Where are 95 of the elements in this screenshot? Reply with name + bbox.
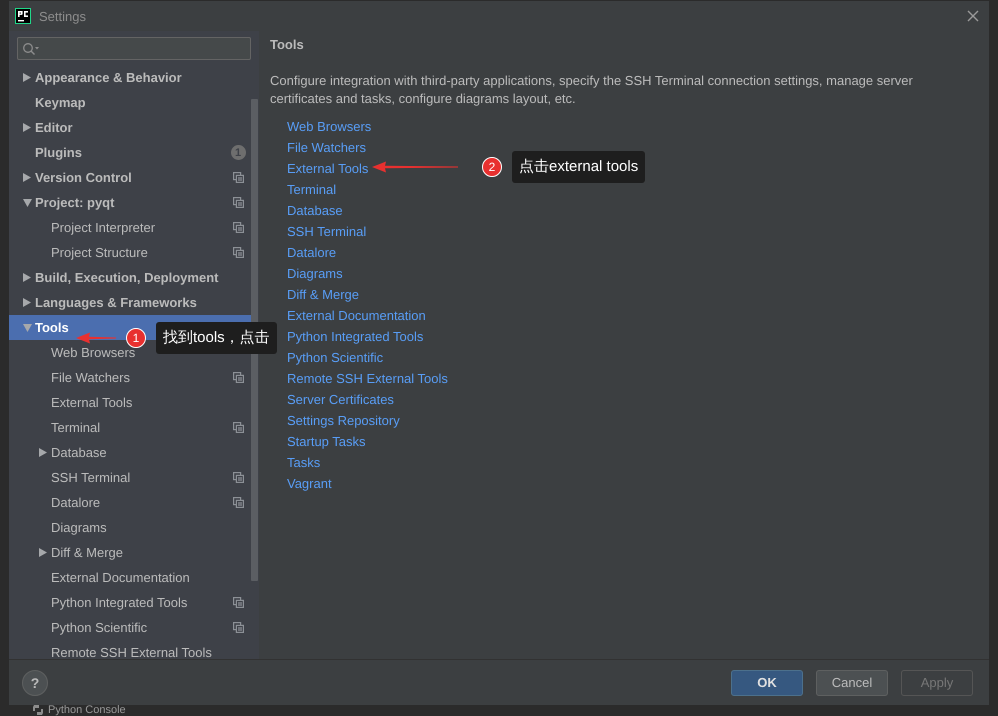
settings-link[interactable]: External Tools	[287, 158, 368, 179]
tree-item-label: Terminal	[51, 420, 102, 435]
tree-item[interactable]: Version Control	[9, 165, 251, 190]
expand-arrow-icon[interactable]	[23, 298, 31, 307]
settings-link[interactable]: Vagrant	[287, 473, 332, 494]
tree-item[interactable]: Python Integrated Tools	[9, 590, 251, 615]
tree-item-label: Tools	[35, 320, 70, 335]
project-scope-icon	[232, 197, 244, 208]
tree-item[interactable]: External Documentation	[9, 565, 251, 590]
expand-arrow-icon[interactable]	[23, 73, 31, 82]
settings-link[interactable]: Diagrams	[287, 263, 343, 284]
expand-arrow-icon[interactable]	[39, 548, 47, 557]
tree-item[interactable]: Datalore	[9, 490, 251, 515]
tree-item[interactable]: Diagrams	[9, 515, 251, 540]
settings-link[interactable]: Python Scientific	[287, 347, 384, 368]
tree-item-label: Version Control	[35, 170, 133, 185]
tree-item-label: External Tools	[51, 395, 134, 410]
project-scope-icon	[232, 597, 244, 608]
tree-item[interactable]: Remote SSH External Tools	[9, 640, 251, 659]
search-icon	[22, 42, 40, 56]
tree-item[interactable]: SSH Terminal	[9, 465, 251, 490]
expand-arrow-icon[interactable]	[23, 173, 31, 182]
tree-item-label: Project Interpreter	[51, 220, 156, 235]
tree-item-label: Project Structure	[51, 245, 149, 260]
settings-link[interactable]: File Watchers	[287, 137, 366, 158]
settings-link[interactable]: Startup Tasks	[287, 431, 366, 452]
tree-item[interactable]: Python Scientific	[9, 615, 251, 640]
tree-item[interactable]: Project Structure	[9, 240, 251, 265]
tree-item-label: Python Integrated Tools	[51, 595, 188, 610]
project-scope-icon	[232, 222, 244, 233]
section-title: Tools	[270, 37, 305, 52]
dialog-button[interactable]: Cancel	[816, 670, 888, 696]
tree-item[interactable]: Editor	[9, 115, 251, 140]
project-scope-icon	[232, 622, 244, 633]
project-scope-icon	[232, 472, 244, 483]
project-scope-icon	[232, 497, 244, 508]
expand-arrow-icon[interactable]	[23, 273, 31, 282]
tree-item[interactable]: Build, Execution, Deployment	[9, 265, 251, 290]
tree-item-label: SSH Terminal	[51, 470, 132, 485]
settings-link[interactable]: Datalore	[287, 242, 336, 263]
annotation-tooltip: 点击external tools	[512, 151, 646, 183]
annotation-tooltip: 找到tools，点击	[156, 322, 277, 354]
settings-link[interactable]: Web Browsers	[287, 116, 372, 137]
tree-item[interactable]: File Watchers	[9, 365, 251, 390]
tree-item-label: Editor	[35, 120, 74, 135]
settings-link[interactable]: Server Certificates	[287, 389, 394, 410]
project-scope-icon	[232, 247, 244, 258]
tree-item-label: Project: pyqt	[35, 195, 116, 210]
tree-item[interactable]: Keymap	[9, 90, 251, 115]
expand-arrow-icon[interactable]	[23, 123, 31, 132]
settings-link[interactable]: Database	[287, 200, 343, 221]
app-logo-icon	[15, 8, 31, 24]
close-icon[interactable]	[965, 8, 981, 24]
annotation-arrow-tooltip	[76, 332, 116, 344]
tree-item-label: External Documentation	[51, 570, 191, 585]
status-item[interactable]: Python Console	[48, 704, 126, 716]
expand-arrow-icon[interactable]	[39, 448, 47, 457]
tree-item[interactable]: Database	[9, 440, 251, 465]
tree-item[interactable]: Languages & Frameworks	[9, 290, 251, 315]
project-scope-icon	[232, 422, 244, 433]
tree-item[interactable]: Terminal	[9, 415, 251, 440]
tree-item-label: Python Scientific	[51, 620, 148, 635]
tree-item[interactable]: Diff & Merge	[9, 540, 251, 565]
tree-item-label: Database	[51, 445, 108, 460]
tree-item-label: Diff & Merge	[51, 545, 124, 560]
settings-link[interactable]: Terminal	[287, 179, 336, 200]
tree-item[interactable]: External Tools	[9, 390, 251, 415]
collapse-arrow-icon[interactable]	[22, 198, 32, 206]
tree-item-label: Build, Execution, Deployment	[35, 270, 220, 285]
settings-link[interactable]: Settings Repository	[287, 410, 400, 431]
tree-item-label: Appearance & Behavior	[35, 70, 183, 85]
settings-link[interactable]: SSH Terminal	[287, 221, 366, 242]
project-scope-icon	[232, 172, 244, 183]
help-button[interactable]: ?	[22, 670, 48, 696]
tree-item-label: Remote SSH External Tools	[51, 645, 213, 659]
tree-item-label: Datalore	[51, 495, 102, 510]
project-scope-icon	[232, 372, 244, 383]
tree-item-label: Plugins	[35, 145, 83, 160]
tree-item-label: Keymap	[35, 95, 87, 110]
window-title: Settings	[39, 8, 87, 24]
settings-link[interactable]: External Documentation	[287, 305, 426, 326]
settings-link[interactable]: Tasks	[287, 452, 320, 473]
tree-item[interactable]: Appearance & Behavior	[9, 65, 251, 90]
settings-link[interactable]: Remote SSH External Tools	[287, 368, 448, 389]
python-icon	[32, 704, 44, 716]
tree-item-label: Languages & Frameworks	[35, 295, 198, 310]
tree-item-label: Diagrams	[51, 520, 108, 535]
tree-item-label: File Watchers	[51, 370, 131, 385]
tree-item[interactable]: Project: pyqt	[9, 190, 251, 215]
settings-link[interactable]: Diff & Merge	[287, 284, 360, 305]
settings-link[interactable]: Python Integrated Tools	[287, 326, 424, 347]
dialog-button[interactable]: OK	[731, 670, 803, 696]
section-description: Configure integration with third-party applications, specify the SSH Terminal connection settings, manage server certificates and tasks, configure diagrams layout, etc.	[270, 72, 914, 108]
tree-item[interactable]: Project Interpreter	[9, 215, 251, 240]
search-field[interactable]	[17, 37, 251, 60]
